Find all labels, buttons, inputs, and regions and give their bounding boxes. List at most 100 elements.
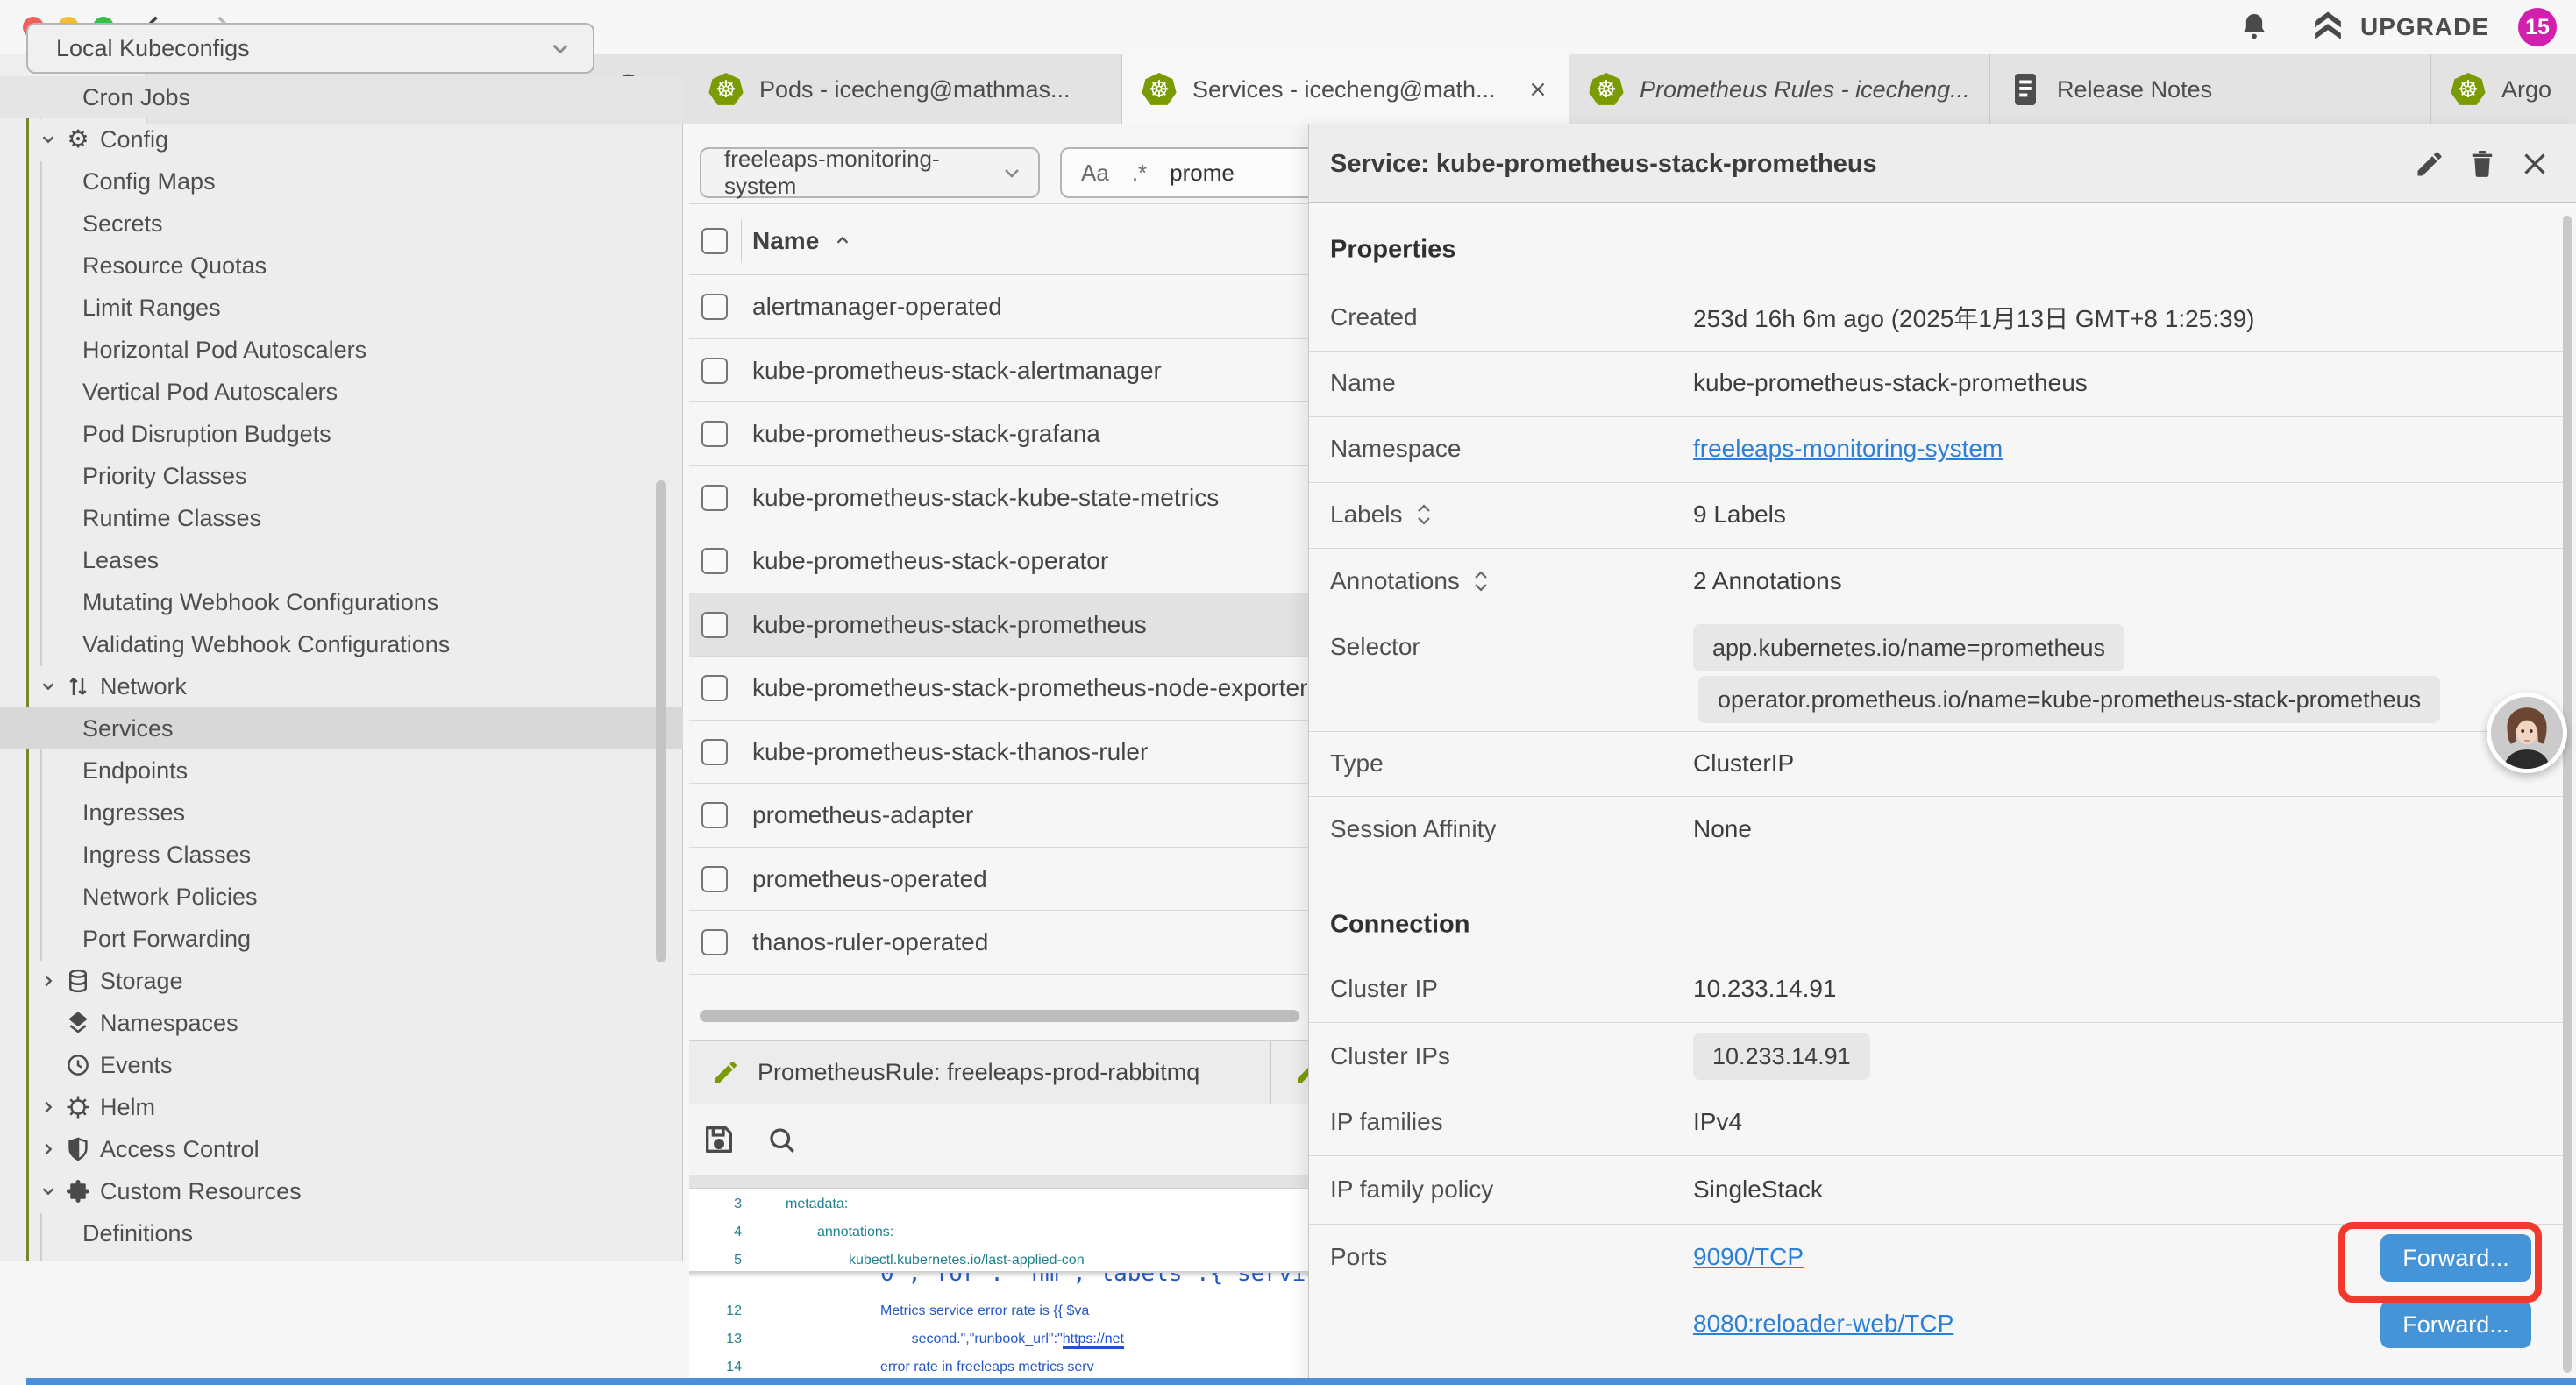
row-checkbox[interactable] bbox=[701, 485, 728, 511]
notifications-bell-icon[interactable] bbox=[2238, 11, 2271, 44]
edit-pencil-icon[interactable] bbox=[2414, 148, 2445, 180]
tab-prometheus-rules[interactable]: ☸ Prometheus Rules - icecheng... bbox=[1569, 54, 1990, 124]
tab-services[interactable]: ☸ Services - icecheng@math... bbox=[1122, 54, 1569, 124]
sidebar-item-events[interactable]: Events bbox=[0, 1044, 683, 1086]
table-row[interactable]: kube-prometheus-stack-kube-state-metrics bbox=[689, 466, 1308, 530]
code-link[interactable]: https://net bbox=[1063, 1332, 1124, 1349]
row-checkbox[interactable] bbox=[701, 548, 728, 574]
row-checkbox[interactable] bbox=[701, 802, 728, 828]
row-checkbox[interactable] bbox=[701, 358, 728, 384]
name-column-header[interactable]: Name bbox=[752, 207, 852, 275]
tab-release-notes[interactable]: Release Notes bbox=[1990, 54, 2431, 124]
sidebar-item-config[interactable]: ⚙ Config bbox=[0, 118, 683, 160]
sidebar-item-validating-webhook-configurations[interactable]: Validating Webhook Configurations bbox=[0, 623, 683, 665]
sidebar-item-resource-quotas[interactable]: Resource Quotas bbox=[0, 245, 683, 287]
upgrade-button[interactable]: UPGRADE bbox=[2360, 0, 2489, 54]
port-link-8080[interactable]: 8080:reloader-web/TCP bbox=[1693, 1310, 1953, 1338]
sidebar-item-definitions[interactable]: Definitions bbox=[0, 1212, 683, 1254]
namespace-filter-dropdown[interactable]: freeleaps-monitoring-system bbox=[700, 147, 1040, 198]
chevron-right-icon[interactable] bbox=[39, 1140, 58, 1159]
search-icon[interactable] bbox=[766, 1125, 798, 1156]
sidebar-item-priority-classes[interactable]: Priority Classes bbox=[0, 455, 683, 497]
close-panel-icon[interactable] bbox=[2519, 148, 2551, 180]
connection-section-heading: Connection bbox=[1330, 911, 1470, 940]
code-line: 4 annotations: bbox=[689, 1218, 1308, 1246]
editor-minimap-strip bbox=[689, 1175, 1308, 1189]
chevron-down-icon[interactable] bbox=[39, 1182, 58, 1201]
selector-chip: operator.prometheus.io/name=kube-prometh… bbox=[1698, 676, 2440, 723]
row-checkbox[interactable] bbox=[701, 675, 728, 701]
horizontal-scrollbar[interactable] bbox=[700, 1010, 1299, 1022]
sidebar-item-secrets[interactable]: Secrets bbox=[0, 202, 683, 245]
expand-collapse-icon[interactable] bbox=[1472, 570, 1490, 593]
sidebar-scrollbar[interactable] bbox=[656, 480, 666, 962]
match-case-toggle[interactable]: Aa bbox=[1081, 160, 1109, 187]
chevron-down-icon[interactable] bbox=[39, 677, 58, 696]
services-table: alertmanager-operated kube-prometheus-st… bbox=[689, 275, 1308, 975]
namespace-link[interactable]: freeleaps-monitoring-system bbox=[1693, 435, 2003, 463]
sidebar-item-access-control[interactable]: Access Control bbox=[0, 1128, 683, 1170]
sidebar-item-pod-disruption-budgets[interactable]: Pod Disruption Budgets bbox=[0, 413, 683, 455]
sidebar-item-leases[interactable]: Leases bbox=[0, 539, 683, 581]
sidebar-item-limit-ranges[interactable]: Limit Ranges bbox=[0, 287, 683, 329]
labels-label[interactable]: Labels bbox=[1330, 501, 1433, 529]
row-checkbox[interactable] bbox=[701, 421, 728, 447]
row-checkbox[interactable] bbox=[701, 866, 728, 892]
table-row[interactable]: kube-prometheus-stack-thanos-ruler bbox=[689, 721, 1308, 785]
chevron-right-icon[interactable] bbox=[39, 1097, 58, 1117]
editor-tab-partial[interactable] bbox=[1275, 1041, 1308, 1104]
table-row[interactable]: kube-prometheus-stack-operator bbox=[689, 529, 1308, 593]
trash-icon[interactable] bbox=[2466, 148, 2498, 180]
sidebar-item-horizontal-pod-autoscalers[interactable]: Horizontal Pod Autoscalers bbox=[0, 329, 683, 371]
notification-count-badge[interactable]: 15 bbox=[2518, 8, 2557, 46]
chevron-right-icon[interactable] bbox=[39, 971, 58, 991]
table-row[interactable]: thanos-ruler-operated bbox=[689, 911, 1308, 975]
sidebar-item-cron-jobs[interactable]: Cron Jobs bbox=[0, 76, 683, 118]
sidebar-item-endpoints[interactable]: Endpoints bbox=[0, 749, 683, 792]
panel-scrollbar[interactable] bbox=[2563, 216, 2572, 1373]
sidebar-item-network-policies[interactable]: Network Policies bbox=[0, 876, 683, 918]
sidebar-item-network[interactable]: Network bbox=[0, 665, 683, 707]
row-checkbox[interactable] bbox=[701, 612, 728, 638]
select-all-checkbox[interactable] bbox=[701, 228, 728, 254]
row-checkbox[interactable] bbox=[701, 929, 728, 955]
sidebar-item-ingress-classes[interactable]: Ingress Classes bbox=[0, 834, 683, 876]
table-search-input[interactable]: Aa .* prome bbox=[1060, 147, 1308, 198]
table-row[interactable]: kube-prometheus-stack-grafana bbox=[689, 402, 1308, 466]
forward-port-button[interactable]: Forward... bbox=[2380, 1301, 2531, 1348]
port-link-9090[interactable]: 9090/TCP bbox=[1693, 1243, 1804, 1271]
chevron-down-icon[interactable] bbox=[39, 130, 58, 149]
regex-toggle[interactable]: .* bbox=[1132, 160, 1147, 187]
tab-pods[interactable]: ☸ Pods - icecheng@mathmas... bbox=[689, 54, 1122, 124]
sidebar-item-custom-resources[interactable]: Custom Resources bbox=[0, 1170, 683, 1212]
annotations-label[interactable]: Annotations bbox=[1330, 567, 1490, 595]
tab-argo[interactable]: ☸ Argo Se bbox=[2431, 54, 2576, 124]
table-row[interactable]: kube-prometheus-stack-alertmanager bbox=[689, 339, 1308, 403]
expand-collapse-icon[interactable] bbox=[1415, 503, 1433, 526]
avatar[interactable] bbox=[2487, 692, 2567, 773]
sidebar-item-storage[interactable]: Storage bbox=[0, 960, 683, 1002]
table-row-selected[interactable]: kube-prometheus-stack-prometheus bbox=[689, 593, 1308, 657]
table-row[interactable]: prometheus-operated bbox=[689, 848, 1308, 912]
row-checkbox[interactable] bbox=[701, 294, 728, 320]
sidebar-item-services[interactable]: Services bbox=[0, 707, 683, 749]
editor-tab-prometheusrule[interactable]: PrometheusRule: freeleaps-prod-rabbitmq bbox=[693, 1041, 1271, 1104]
sidebar-item-config-maps[interactable]: Config Maps bbox=[0, 160, 683, 202]
sidebar-item-port-forwarding[interactable]: Port Forwarding bbox=[0, 918, 683, 960]
table-row[interactable]: kube-prometheus-stack-prometheus-node-ex… bbox=[689, 657, 1308, 721]
sidebar-item-mutating-webhook-configurations[interactable]: Mutating Webhook Configurations bbox=[0, 581, 683, 623]
table-row[interactable]: prometheus-adapter bbox=[689, 784, 1308, 848]
kubernetes-icon: ☸ bbox=[2451, 73, 2486, 106]
sidebar-item-vertical-pod-autoscalers[interactable]: Vertical Pod Autoscalers bbox=[0, 371, 683, 413]
kubeconfig-selector[interactable]: Local Kubeconfigs bbox=[26, 23, 594, 74]
upgrade-icon[interactable] bbox=[2309, 9, 2346, 46]
sidebar-item-ingresses[interactable]: Ingresses bbox=[0, 792, 683, 834]
close-tab-icon[interactable] bbox=[1526, 78, 1549, 101]
divider bbox=[741, 219, 742, 263]
sidebar-item-namespaces[interactable]: Namespaces bbox=[0, 1002, 683, 1044]
row-checkbox[interactable] bbox=[701, 739, 728, 765]
sidebar-item-runtime-classes[interactable]: Runtime Classes bbox=[0, 497, 683, 539]
table-row[interactable]: alertmanager-operated bbox=[689, 275, 1308, 339]
sidebar-item-helm[interactable]: Helm bbox=[0, 1086, 683, 1128]
save-icon[interactable] bbox=[701, 1122, 737, 1157]
